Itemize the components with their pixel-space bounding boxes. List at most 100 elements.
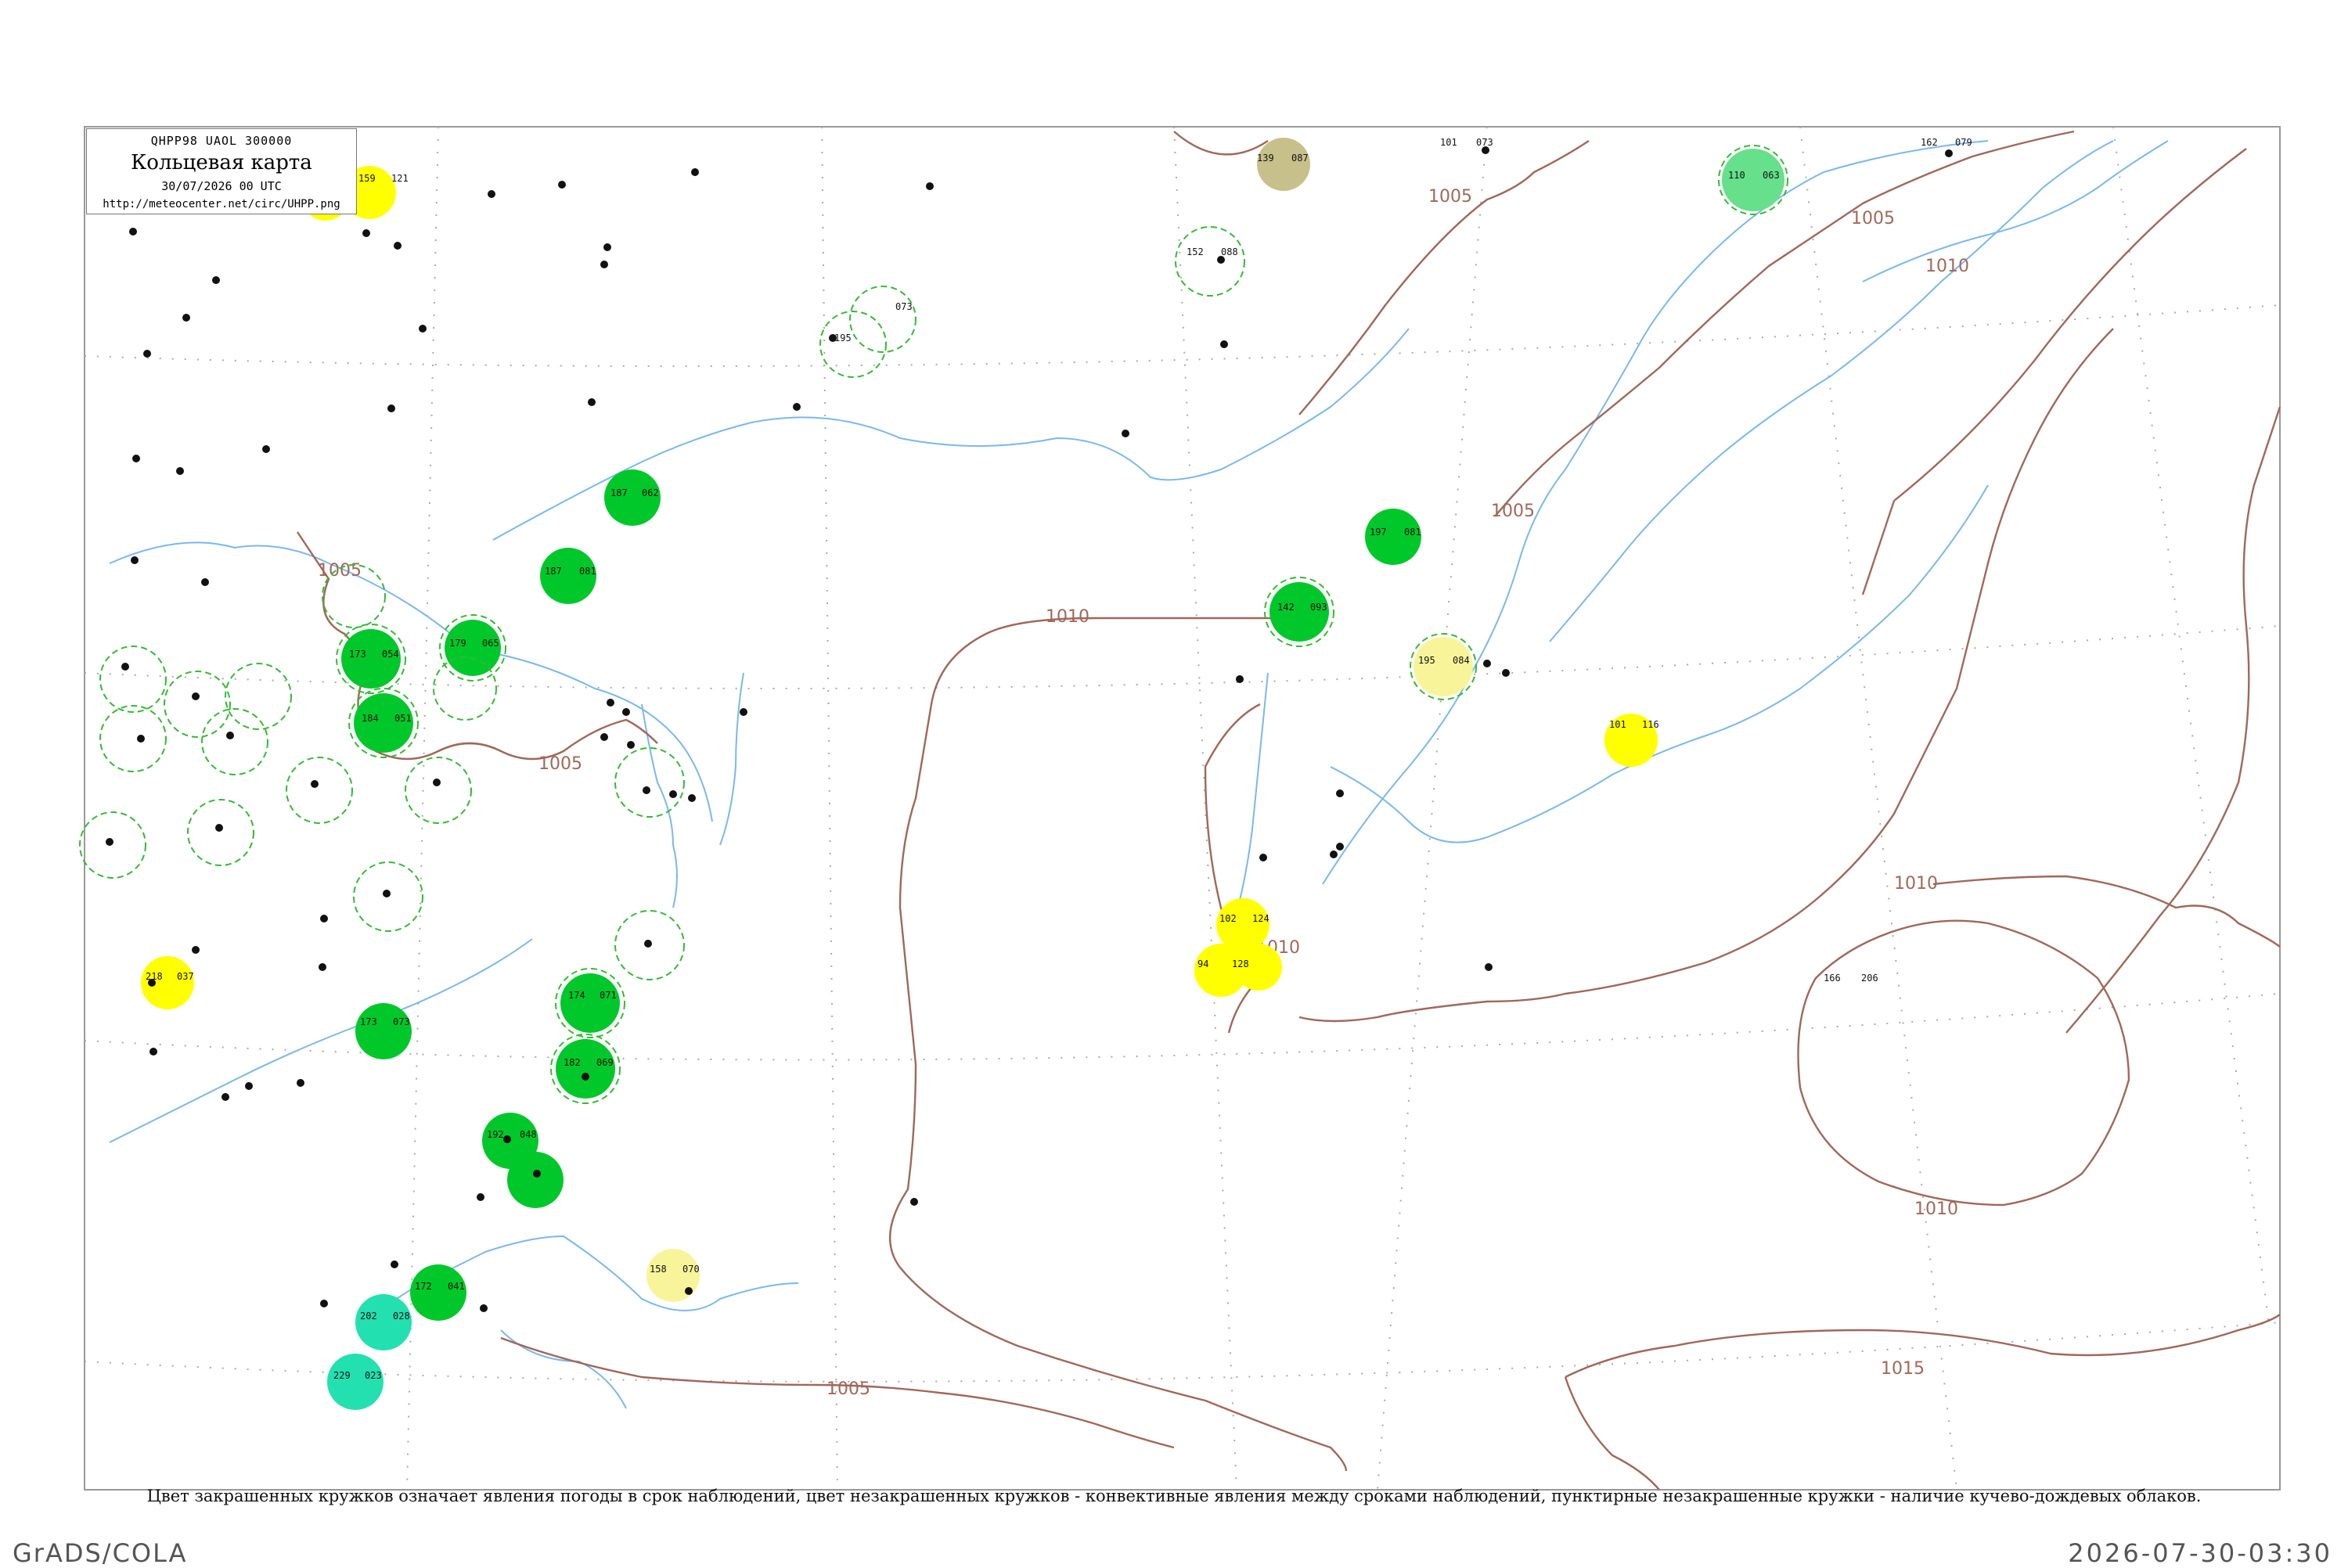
station-pressure: 073 bbox=[1476, 137, 1493, 148]
cb-ring[interactable] bbox=[614, 747, 685, 818]
station-pressure: 116 bbox=[1642, 719, 1659, 730]
station-temp: 139 bbox=[1257, 153, 1274, 164]
station-circle-olive[interactable] bbox=[1257, 138, 1310, 191]
station-pressure: 063 bbox=[1763, 170, 1780, 181]
station-temp: 182 bbox=[564, 1057, 581, 1068]
station-pressure: 081 bbox=[1404, 527, 1421, 538]
cb-ring[interactable] bbox=[99, 646, 167, 713]
map-title: Кольцевая карта bbox=[131, 151, 312, 174]
station-circle-yellow[interactable] bbox=[1216, 898, 1269, 951]
station-pressure: 062 bbox=[642, 487, 659, 498]
station-pressure: 206 bbox=[1861, 973, 1878, 984]
station-pressure: 121 bbox=[391, 173, 409, 184]
isobars bbox=[297, 130, 2281, 1491]
station-pressure: 093 bbox=[1310, 602, 1327, 613]
station-circle-rain[interactable] bbox=[560, 973, 620, 1033]
station-temp: 101 bbox=[1609, 719, 1626, 730]
station-temp: 101 bbox=[1440, 137, 1457, 148]
station-circles bbox=[141, 138, 1784, 1410]
station-circle-rain[interactable] bbox=[355, 1003, 412, 1059]
station-pressure: 041 bbox=[448, 1281, 465, 1292]
station-temp: 197 bbox=[1370, 527, 1387, 538]
station-pressure: 048 bbox=[520, 1129, 537, 1140]
station-pressure: 081 bbox=[579, 566, 596, 577]
isobar-label: 1005 bbox=[1428, 187, 1472, 207]
station-pressure: 079 bbox=[1955, 137, 1972, 148]
station-temp: 173 bbox=[360, 1016, 377, 1027]
station-temp: 192 bbox=[487, 1129, 504, 1140]
cb-ring[interactable] bbox=[201, 708, 268, 775]
station-temp: 187 bbox=[610, 487, 628, 498]
station-circle-pale-yellow[interactable] bbox=[646, 1249, 700, 1302]
isobar-label: 1005 bbox=[318, 561, 362, 581]
station-circle-rain[interactable] bbox=[410, 1264, 466, 1321]
station-temp: 229 bbox=[333, 1370, 351, 1381]
station-pressure: 051 bbox=[394, 713, 412, 724]
footer-software: GrADS/COLA bbox=[13, 1538, 188, 1568]
coastline-and-rivers bbox=[109, 140, 2169, 1409]
station-temp: 218 bbox=[146, 971, 163, 982]
station-temp: 159 bbox=[358, 173, 376, 184]
station-circle-teal[interactable] bbox=[327, 1354, 384, 1410]
map-datetime: 30/07/2026 00 UTC bbox=[161, 179, 282, 193]
station-pressure: 088 bbox=[1221, 246, 1238, 257]
station-temp: 162 bbox=[1921, 137, 1938, 148]
cb-ring[interactable] bbox=[99, 705, 167, 772]
isobar-label: 1005 bbox=[1851, 209, 1895, 228]
synoptic-map: 1005 1005 1005 1005 1005 1010 1010 1010 … bbox=[79, 126, 2281, 1491]
station-pressure: 070 bbox=[682, 1264, 700, 1275]
isobar-label: 1005 bbox=[538, 754, 582, 774]
station-temp: 102 bbox=[1219, 913, 1237, 924]
station-pressure: 069 bbox=[596, 1057, 614, 1068]
station-temp: 184 bbox=[362, 713, 379, 724]
cb-ring[interactable] bbox=[79, 811, 146, 879]
isobar-label: 1010 bbox=[1925, 257, 1969, 276]
cb-ring[interactable] bbox=[405, 757, 472, 824]
map-header-box: QHPP98 UAOL 300000 Кольцевая карта 30/07… bbox=[86, 128, 357, 214]
station-temp: 152 bbox=[1187, 246, 1204, 257]
footer-timestamp: 2026-07-30-03:30 bbox=[2068, 1538, 2332, 1568]
station-pressure: 087 bbox=[1291, 153, 1309, 164]
station-pressure: 065 bbox=[482, 638, 499, 649]
station-temp: 202 bbox=[360, 1311, 377, 1322]
station-temp: 187 bbox=[545, 566, 562, 577]
station-circle-rain[interactable] bbox=[556, 1039, 615, 1099]
station-pressure: 084 bbox=[1453, 655, 1470, 666]
cb-ring[interactable] bbox=[164, 671, 231, 738]
cumulonimbus-rings bbox=[79, 145, 1788, 1104]
bulletin-code: QHPP98 UAOL 300000 bbox=[150, 134, 293, 148]
isobar-label: 1005 bbox=[1491, 502, 1535, 521]
isobar-label: 1010 bbox=[1894, 874, 1938, 894]
map-caption: Цвет закрашенных кружков означает явлени… bbox=[146, 1487, 2202, 1505]
station-pressure: 028 bbox=[393, 1311, 410, 1322]
station-temp: 195 bbox=[834, 333, 852, 343]
station-pressure: 023 bbox=[365, 1370, 382, 1381]
station-pressure: 071 bbox=[600, 990, 617, 1001]
station-pressure: 037 bbox=[177, 971, 194, 982]
station-pressure: 073 bbox=[895, 301, 913, 312]
cb-ring[interactable] bbox=[225, 663, 292, 730]
station-temp: 195 bbox=[1418, 655, 1435, 666]
station-circle-pale-yellow[interactable] bbox=[1413, 637, 1473, 696]
station-temp: 158 bbox=[650, 1264, 667, 1275]
cb-ring[interactable] bbox=[286, 757, 353, 824]
map-url: http://meteocenter.net/circ/UHPP.png bbox=[103, 198, 340, 210]
station-temp: 110 bbox=[1728, 170, 1745, 181]
station-values: 159 121 139 087 110 063 195 073 152 088 … bbox=[146, 137, 1972, 1381]
station-temp: 172 bbox=[415, 1281, 432, 1292]
isobar-label: 1015 bbox=[1881, 1359, 1925, 1379]
station-circle-rain[interactable] bbox=[507, 1152, 564, 1208]
cb-ring[interactable] bbox=[1175, 226, 1245, 297]
station-circle-teal[interactable] bbox=[355, 1294, 412, 1350]
isobar-label: 1010 bbox=[1046, 607, 1089, 627]
cb-ring[interactable] bbox=[819, 311, 887, 378]
station-temp: 166 bbox=[1824, 973, 1841, 984]
station-pressure: 124 bbox=[1252, 913, 1269, 924]
station-temp: 94 bbox=[1197, 958, 1208, 969]
cb-ring[interactable] bbox=[849, 286, 917, 353]
cb-ring[interactable] bbox=[187, 799, 254, 866]
station-temp: 142 bbox=[1277, 602, 1295, 613]
station-temp: 179 bbox=[449, 638, 466, 649]
station-temp: 173 bbox=[349, 649, 366, 660]
isobar-labels: 1005 1005 1005 1005 1005 1010 1010 1010 … bbox=[318, 187, 1969, 1379]
